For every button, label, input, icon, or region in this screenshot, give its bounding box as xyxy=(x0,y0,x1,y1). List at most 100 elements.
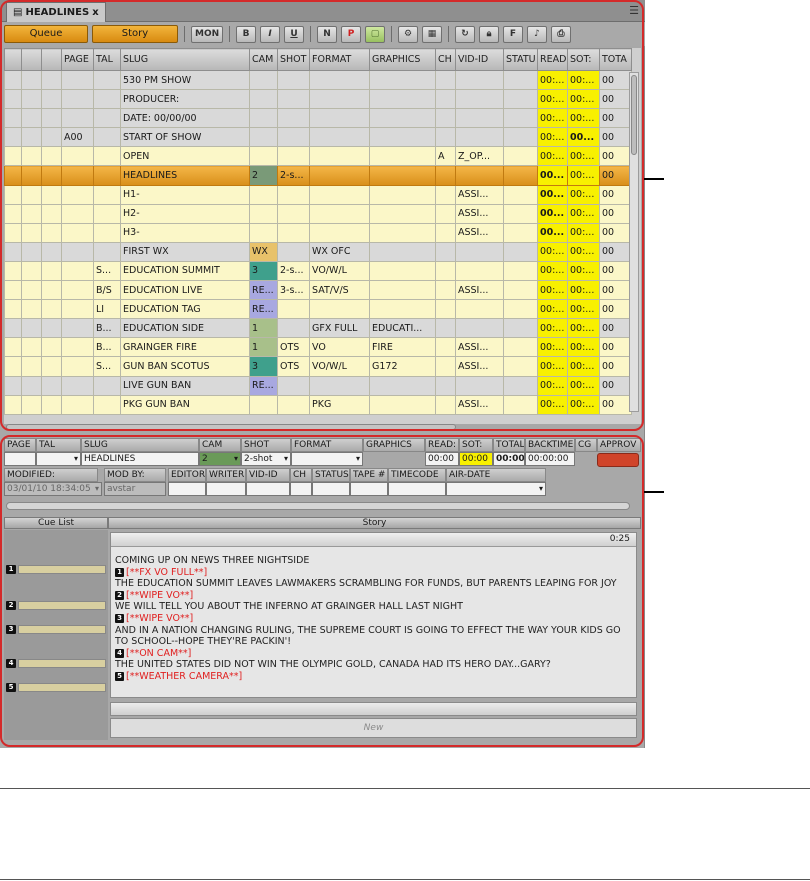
row-flag[interactable] xyxy=(21,203,42,224)
column-header[interactable]: SOT: xyxy=(567,48,600,71)
grid-horizontal-scrollbar[interactable] xyxy=(6,424,456,430)
read-cell[interactable]: 00:... xyxy=(537,108,568,129)
lock-icon[interactable]: 🔒︎ xyxy=(479,25,499,43)
vid-id-cell[interactable] xyxy=(455,241,504,262)
row-flag[interactable] xyxy=(21,318,42,339)
graphics-cell[interactable] xyxy=(369,260,436,282)
shot-cell[interactable] xyxy=(277,394,310,415)
ch-cell[interactable] xyxy=(435,318,456,339)
rundown-row[interactable]: H1- ASSI... 00... 00:... 00 xyxy=(4,184,632,205)
graphics-cell[interactable] xyxy=(369,241,436,262)
column-header[interactable]: READ xyxy=(537,48,568,71)
row-flag2[interactable] xyxy=(41,69,62,91)
ch-cell[interactable] xyxy=(435,394,456,415)
row-flag[interactable] xyxy=(21,280,42,301)
cue-item[interactable]: 4 xyxy=(6,658,106,669)
total-cell[interactable]: 00 xyxy=(599,184,632,205)
status-cell[interactable] xyxy=(503,108,538,129)
status-cell[interactable] xyxy=(503,203,538,224)
vid-id-cell[interactable] xyxy=(455,299,504,320)
total-cell[interactable]: 00 xyxy=(599,89,632,110)
ch-cell[interactable] xyxy=(435,89,456,110)
format-cell[interactable]: PKG xyxy=(309,394,370,415)
vid-id-field[interactable] xyxy=(246,482,290,496)
column-header[interactable]: CH xyxy=(435,48,456,71)
row-flag[interactable] xyxy=(21,394,42,415)
format-cell[interactable] xyxy=(309,89,370,110)
row-flag2[interactable] xyxy=(41,222,62,243)
grid-vertical-scrollbar[interactable] xyxy=(629,72,639,412)
row-marker[interactable] xyxy=(4,318,22,339)
vid-id-cell[interactable]: ASSI... xyxy=(455,337,504,358)
slug-cell[interactable]: H1- xyxy=(120,184,250,205)
format-cell[interactable] xyxy=(309,69,370,91)
row-flag2[interactable] xyxy=(41,184,62,205)
cam-cell[interactable] xyxy=(249,127,278,148)
total-cell[interactable]: 00 xyxy=(599,394,632,415)
format-field[interactable] xyxy=(291,452,363,466)
ch-cell[interactable] xyxy=(435,127,456,148)
tal-cell[interactable] xyxy=(93,108,121,129)
cam-cell[interactable]: WX xyxy=(249,241,278,262)
shot-cell[interactable] xyxy=(277,203,310,224)
sot-cell[interactable]: 00:... xyxy=(567,146,600,167)
story-editor[interactable]: 0:25 COMING UP ON NEWS THREE NIGHTSIDE 1[… xyxy=(110,532,637,698)
graphics-cell[interactable] xyxy=(369,69,436,91)
page-cell[interactable] xyxy=(61,203,94,224)
shot-cell[interactable] xyxy=(277,89,310,110)
row-marker[interactable] xyxy=(4,241,22,262)
story-text[interactable]: COMING UP ON NEWS THREE NIGHTSIDE 1 [**FX … xyxy=(115,555,633,683)
shot-cell[interactable] xyxy=(277,108,310,129)
total-cell[interactable]: 00 xyxy=(599,127,632,148)
sot-cell[interactable]: 00:... xyxy=(567,318,600,339)
format-cell[interactable] xyxy=(309,184,370,205)
tal-cell[interactable]: S... xyxy=(93,260,121,282)
vid-id-cell[interactable]: Z_OP... xyxy=(455,146,504,167)
row-flag[interactable] xyxy=(21,337,42,358)
sot-cell[interactable]: 00:... xyxy=(567,394,600,415)
format-cell[interactable] xyxy=(309,299,370,320)
row-flag2[interactable] xyxy=(41,394,62,415)
rundown-row[interactable]: PRODUCER: 00:... 00:... 00 xyxy=(4,89,632,110)
graphics-cell[interactable] xyxy=(369,146,436,167)
read-cell[interactable]: 00:... xyxy=(537,280,568,301)
ch-cell[interactable] xyxy=(435,337,456,358)
slug-cell[interactable]: START OF SHOW xyxy=(120,127,250,148)
column-header[interactable] xyxy=(4,48,22,71)
shot-cell[interactable] xyxy=(277,127,310,148)
row-flag[interactable] xyxy=(21,260,42,282)
cam-cell[interactable] xyxy=(249,108,278,129)
vid-id-cell[interactable] xyxy=(455,89,504,110)
sot-cell[interactable]: 00... xyxy=(567,127,600,148)
column-header[interactable]: FORMAT xyxy=(309,48,370,71)
column-header[interactable]: GRAPHICS xyxy=(369,48,436,71)
ch-cell[interactable] xyxy=(435,356,456,377)
row-marker[interactable] xyxy=(4,337,22,358)
rundown-row[interactable]: B/S EDUCATION LIVE RE... 3-s... SAT/V/S ASSI.… xyxy=(4,280,632,301)
row-flag[interactable] xyxy=(21,146,42,167)
slug-cell[interactable]: DATE: 00/00/00 xyxy=(120,108,250,129)
page-cell[interactable] xyxy=(61,280,94,301)
row-flag2[interactable] xyxy=(41,127,62,148)
editor-field[interactable] xyxy=(168,482,206,496)
total-cell[interactable]: 00 xyxy=(599,146,632,167)
ch-field[interactable] xyxy=(290,482,312,496)
row-marker[interactable] xyxy=(4,394,22,415)
row-flag[interactable] xyxy=(21,222,42,243)
format-cell[interactable] xyxy=(309,222,370,243)
tal-cell[interactable] xyxy=(93,69,121,91)
shot-cell[interactable]: 2-s... xyxy=(277,165,310,186)
read-cell[interactable]: 00:... xyxy=(537,375,568,396)
status-cell[interactable] xyxy=(503,127,538,148)
row-flag2[interactable] xyxy=(41,318,62,339)
page-cell[interactable] xyxy=(61,184,94,205)
format-cell[interactable] xyxy=(309,127,370,148)
vid-id-cell[interactable] xyxy=(455,260,504,282)
row-marker[interactable] xyxy=(4,146,22,167)
cue-item[interactable]: 3 xyxy=(6,624,106,635)
column-header[interactable]: TOTA xyxy=(599,48,632,71)
tal-cell[interactable] xyxy=(93,394,121,415)
ch-cell[interactable] xyxy=(435,108,456,129)
status-cell[interactable] xyxy=(503,146,538,167)
ch-cell[interactable] xyxy=(435,203,456,224)
